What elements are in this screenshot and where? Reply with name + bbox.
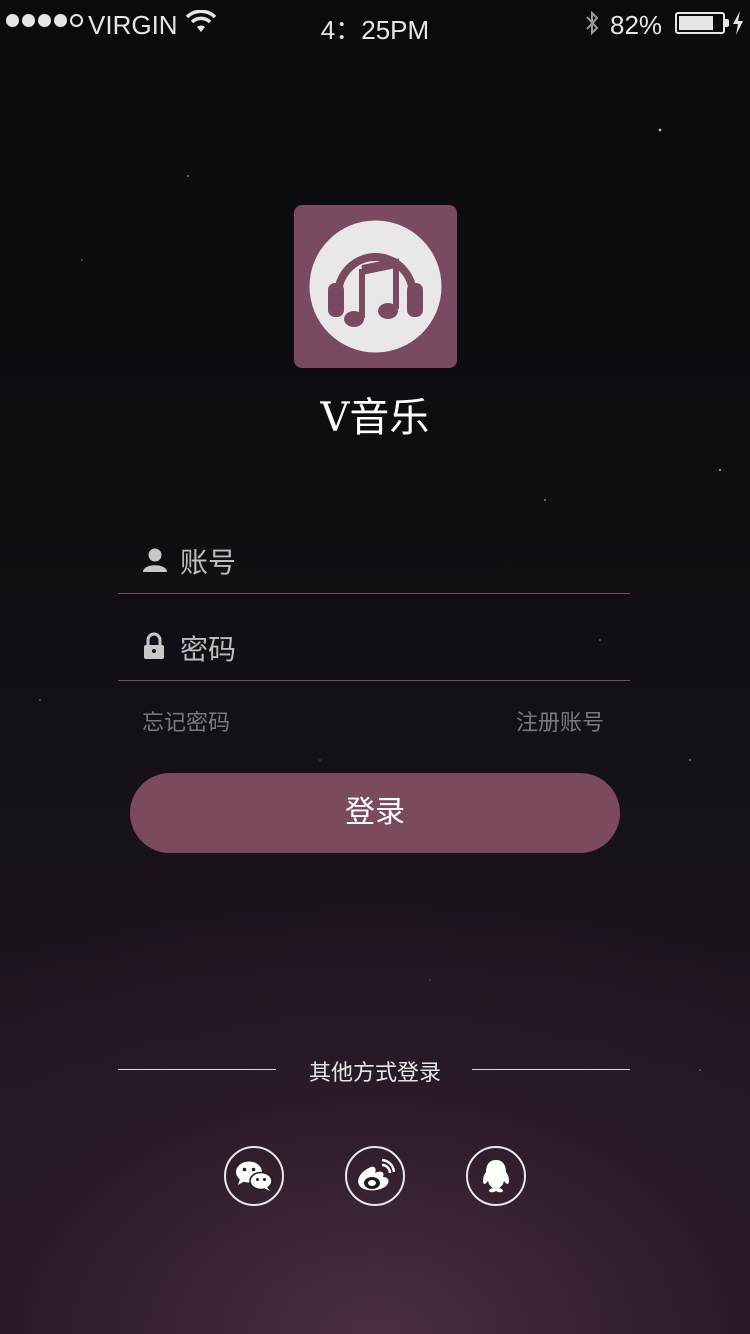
battery-icon — [675, 12, 729, 34]
wechat-icon — [236, 1161, 273, 1191]
other-login-label: 其他方式登录 — [308, 1061, 441, 1086]
register-link[interactable]: 注册账号 — [516, 705, 604, 737]
weibo-login-button[interactable] — [345, 1146, 405, 1206]
qq-icon — [482, 1160, 510, 1193]
app-title: V音乐 — [320, 395, 430, 441]
login-button[interactable]: 登录 — [130, 773, 620, 853]
app-logo — [294, 205, 457, 368]
wechat-login-button[interactable] — [224, 1146, 284, 1206]
battery-percent: 82% — [610, 10, 663, 40]
lock-icon — [142, 632, 166, 664]
bluetooth-icon — [584, 9, 600, 44]
password-field[interactable]: 密码 — [118, 620, 630, 681]
divider-line-right — [472, 1069, 630, 1070]
qq-login-button[interactable] — [466, 1146, 526, 1206]
password-placeholder: 密码 — [180, 633, 237, 666]
account-placeholder: 账号 — [180, 546, 237, 579]
weibo-icon — [358, 1159, 395, 1191]
account-field[interactable]: 账号 — [118, 533, 630, 594]
battery-fill — [679, 16, 714, 30]
headphones-music-note-icon — [309, 220, 442, 353]
charging-icon — [731, 10, 745, 43]
user-icon — [142, 547, 168, 577]
forgot-password-link[interactable]: 忘记密码 — [142, 705, 230, 737]
status-bar: VIRGIN 4：25PM 82% — [0, 0, 750, 48]
